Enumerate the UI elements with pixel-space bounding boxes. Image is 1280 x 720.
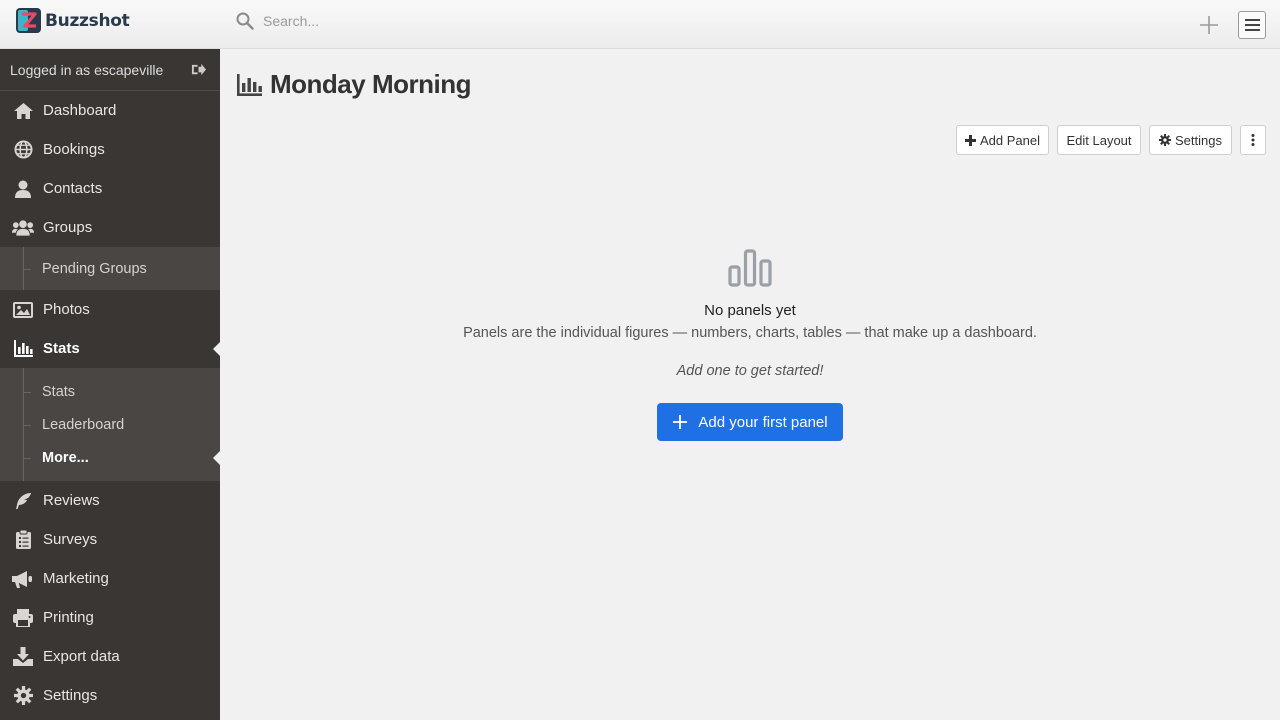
app-name: Buzzshot	[45, 10, 130, 31]
bar-chart-icon	[237, 73, 262, 96]
sidebar-item-label: Export data	[43, 648, 120, 665]
sidebar-subitem-label: Pending Groups	[42, 260, 147, 277]
settings-label: Settings	[1175, 132, 1222, 148]
sidebar-item-label: Stats	[43, 340, 80, 357]
sidebar: Logged in as escapeville Dashboard Booki…	[0, 49, 220, 720]
plus-icon	[672, 414, 688, 430]
logged-in-status: Logged in as escapeville	[0, 49, 220, 91]
tree-tick	[23, 391, 31, 393]
users-icon	[12, 218, 34, 238]
sidebar-item-label: Bookings	[43, 141, 105, 158]
hamburger-line	[1244, 19, 1260, 21]
active-indicator	[213, 341, 220, 356]
empty-chart-icon	[728, 249, 772, 287]
page-header: Monday Morning	[237, 69, 471, 100]
vertical-dots-icon	[1251, 134, 1255, 146]
search-icon	[236, 12, 254, 30]
empty-state: No panels yet Panels are the individual …	[220, 249, 1280, 441]
edit-layout-button[interactable]: Edit Layout	[1057, 125, 1141, 155]
tree-tick	[23, 457, 31, 459]
gear-icon	[12, 686, 34, 706]
logo[interactable]: Buzzshot	[16, 8, 130, 33]
hamburger-menu-button[interactable]	[1238, 11, 1266, 39]
sidebar-item-stats[interactable]: Stats	[0, 329, 220, 368]
sidebar-item-surveys[interactable]: Surveys	[0, 520, 220, 559]
sidebar-item-label: Contacts	[43, 180, 103, 197]
megaphone-icon	[12, 569, 34, 589]
sidebar-subitem-label: Leaderboard	[42, 416, 125, 433]
active-indicator	[213, 450, 220, 465]
sidebar-subitem-pending-groups[interactable]: Pending Groups	[0, 252, 220, 285]
empty-state-hint: Add one to get started!	[676, 363, 824, 379]
clipboard-icon	[12, 530, 34, 550]
sidebar-subitem-stats[interactable]: Stats	[0, 375, 220, 408]
top-bar: Buzzshot	[0, 0, 1280, 49]
search-box	[236, 12, 663, 30]
groups-submenu: Pending Groups	[0, 247, 220, 290]
sidebar-item-label: Printing	[43, 609, 94, 626]
printer-icon	[12, 608, 34, 628]
settings-button[interactable]: Settings	[1149, 125, 1232, 155]
sidebar-subitem-leaderboard[interactable]: Leaderboard	[0, 408, 220, 441]
gear-icon	[1159, 134, 1171, 146]
user-icon	[12, 179, 34, 199]
search-input[interactable]	[263, 13, 663, 29]
sidebar-item-label: Settings	[43, 687, 98, 704]
sidebar-item-label: Groups	[43, 219, 93, 236]
page-title: Monday Morning	[270, 69, 471, 99]
sidebar-item-export-data[interactable]: Export data	[0, 637, 220, 676]
feather-icon	[12, 491, 34, 511]
stats-submenu: Stats Leaderboard More...	[0, 368, 220, 481]
sidebar-item-label: Photos	[43, 301, 90, 318]
sidebar-item-label: Surveys	[43, 531, 98, 548]
sidebar-subitem-label: Stats	[42, 383, 76, 400]
main-content: Monday Morning Add Panel Edit Layout Set…	[220, 49, 1280, 720]
sidebar-item-dashboard[interactable]: Dashboard	[0, 91, 220, 130]
download-icon	[12, 647, 34, 667]
sidebar-item-label: Reviews	[43, 492, 100, 509]
sidebar-item-marketing[interactable]: Marketing	[0, 559, 220, 598]
add-first-panel-label: Add your first panel	[698, 413, 828, 431]
add-panel-button[interactable]: Add Panel	[956, 125, 1049, 155]
globe-icon	[12, 140, 34, 160]
sidebar-item-printing[interactable]: Printing	[0, 598, 220, 637]
logout-icon[interactable]	[191, 62, 206, 77]
add-new-icon[interactable]	[1198, 14, 1220, 36]
hamburger-line	[1244, 24, 1260, 26]
add-first-panel-button[interactable]: Add your first panel	[657, 403, 843, 441]
sidebar-item-settings[interactable]: Settings	[0, 676, 220, 715]
sidebar-item-groups[interactable]: Groups	[0, 208, 220, 247]
sidebar-item-contacts[interactable]: Contacts	[0, 169, 220, 208]
sidebar-item-photos[interactable]: Photos	[0, 290, 220, 329]
sidebar-item-label: Dashboard	[43, 102, 117, 119]
bar-chart-icon	[12, 339, 34, 359]
hamburger-line	[1244, 29, 1260, 31]
tree-tick	[23, 424, 31, 426]
tree-tick	[23, 268, 31, 270]
add-panel-label: Add Panel	[980, 132, 1040, 148]
empty-state-description: Panels are the individual figures — numb…	[463, 325, 1037, 341]
sidebar-item-reviews[interactable]: Reviews	[0, 481, 220, 520]
sidebar-item-label: Marketing	[43, 570, 109, 587]
logged-in-text: Logged in as escapeville	[10, 61, 164, 78]
empty-state-title: No panels yet	[704, 302, 796, 319]
sidebar-item-bookings[interactable]: Bookings	[0, 130, 220, 169]
image-icon	[12, 300, 34, 320]
plus-icon	[965, 134, 976, 146]
more-options-button[interactable]	[1240, 125, 1266, 155]
edit-layout-label: Edit Layout	[1066, 132, 1132, 148]
buzzshot-logo-icon	[16, 8, 41, 33]
sidebar-subitem-more[interactable]: More...	[0, 441, 220, 474]
home-icon	[12, 101, 34, 121]
sidebar-subitem-label: More...	[42, 449, 89, 466]
